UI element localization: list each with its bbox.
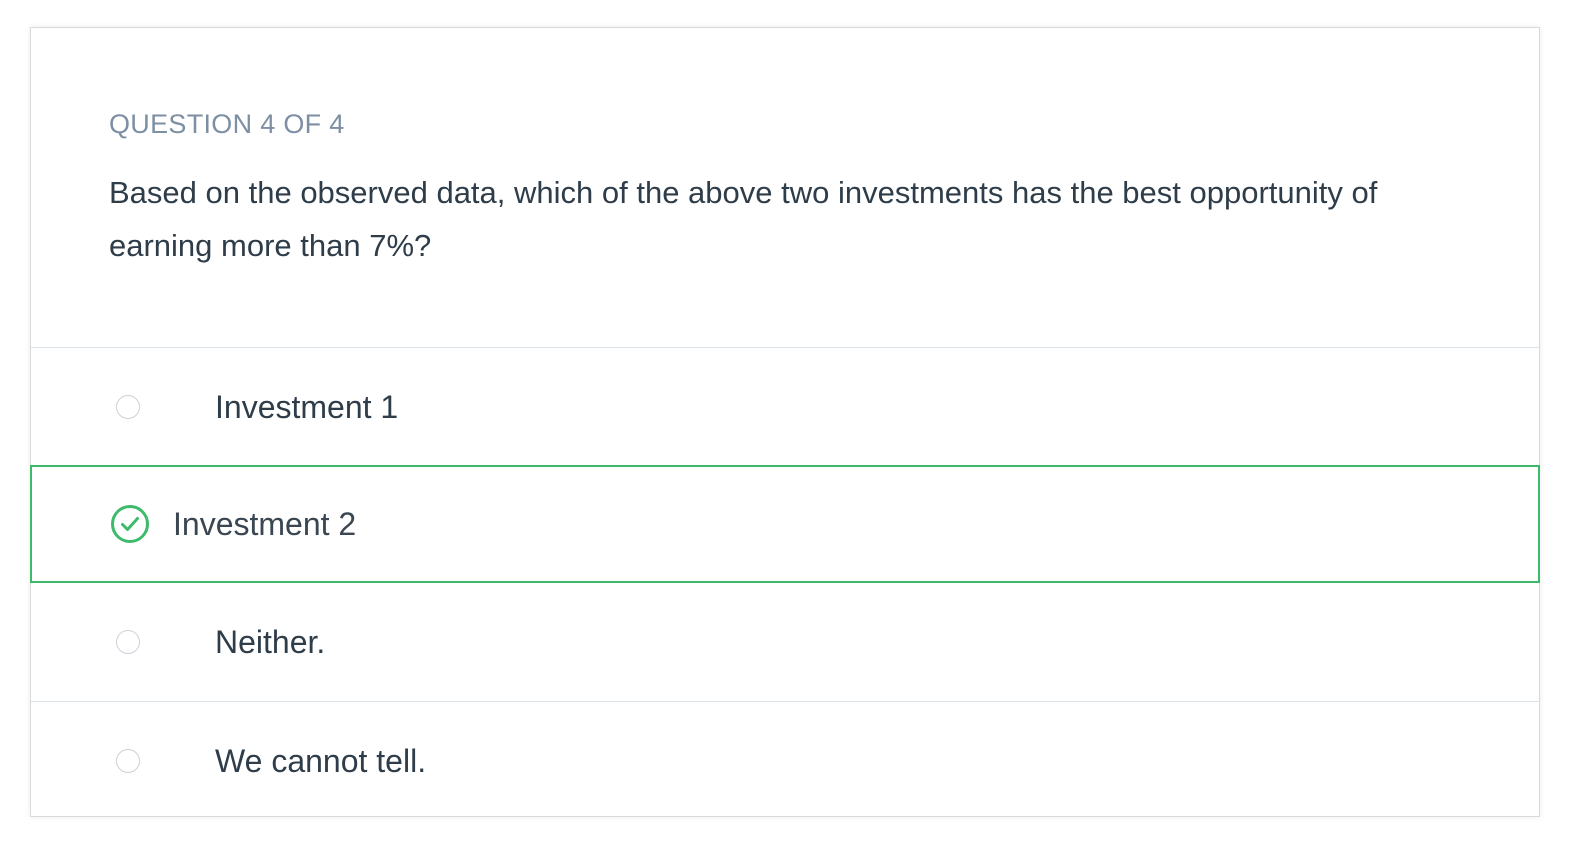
option-label: Investment 2 <box>173 506 357 542</box>
radio-empty-icon[interactable] <box>116 630 140 654</box>
option-cannot-tell[interactable]: We cannot tell. <box>31 701 1539 819</box>
question-counter: QUESTION 4 OF 4 <box>109 109 345 139</box>
option-investment-1[interactable]: Investment 1 <box>31 347 1539 465</box>
radio-empty-icon[interactable] <box>116 748 140 773</box>
option-investment-2[interactable]: Investment 2 <box>30 465 1540 583</box>
option-label: We cannot tell. <box>215 742 427 779</box>
option-label: Investment 1 <box>215 388 399 425</box>
question-header: QUESTION 4 OF 4 Based on the observed da… <box>31 28 1539 348</box>
option-neither[interactable]: Neither. <box>31 583 1539 701</box>
quiz-card: QUESTION 4 OF 4 Based on the observed da… <box>30 27 1540 817</box>
radio-empty-icon[interactable] <box>116 394 140 419</box>
option-label: Neither. <box>215 624 326 660</box>
answer-options: Investment 1 Investment 2 Neither. We ca… <box>30 347 1540 819</box>
question-text: Based on the observed data, which of the… <box>109 175 1378 263</box>
check-circle-icon[interactable] <box>110 504 150 544</box>
